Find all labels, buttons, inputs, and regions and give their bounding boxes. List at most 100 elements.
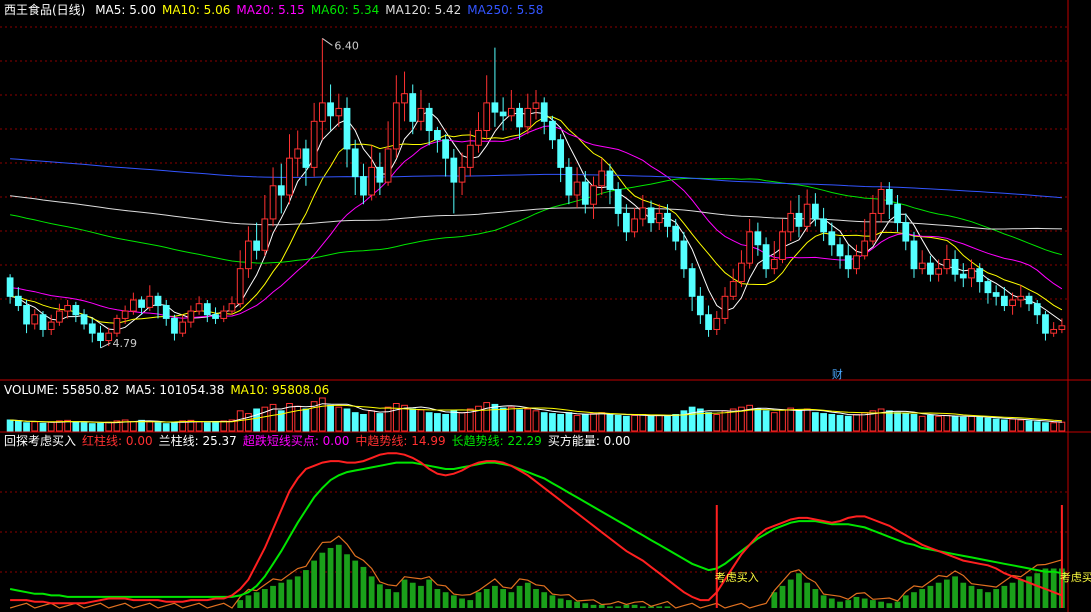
candle-body — [639, 207, 647, 220]
volume-bar — [976, 416, 984, 432]
volume-bar — [203, 422, 211, 432]
energy-bar — [459, 598, 465, 608]
volume-bar — [146, 421, 154, 432]
volume-bar — [959, 416, 967, 432]
candle-body — [47, 321, 55, 330]
candle-body — [1042, 314, 1049, 334]
stock-chart[interactable]: 6.40 4.79 财考虑买入 考虑买 — [0, 0, 1091, 612]
candle-body — [23, 305, 30, 325]
volume-bar — [23, 422, 30, 432]
candle-body — [409, 93, 417, 122]
candle-body — [64, 305, 72, 312]
volume-bar — [573, 414, 581, 432]
volume-bar — [598, 412, 606, 432]
volume-bar — [984, 417, 992, 432]
energy-bar — [475, 592, 482, 608]
energy-bar — [253, 592, 260, 608]
candle-body — [1058, 325, 1066, 330]
candle-body — [458, 166, 466, 183]
volume-bar — [853, 414, 860, 432]
candle-body — [680, 240, 688, 270]
candle-body — [614, 188, 622, 214]
candle-body — [434, 130, 441, 141]
volume-bar — [327, 404, 334, 432]
volume-bar — [672, 414, 680, 432]
energy-bar — [1050, 568, 1057, 608]
volume-bar — [162, 423, 170, 432]
candle-body — [368, 166, 376, 196]
candle-body — [39, 314, 47, 330]
volume-bar — [1042, 422, 1049, 432]
volume-bar — [647, 415, 655, 432]
ma-line-5 — [9, 110, 1063, 331]
volume-bar — [935, 415, 943, 432]
energy-bar — [656, 606, 663, 608]
volume-bar — [343, 408, 351, 432]
candle-body — [360, 176, 367, 196]
volume-bar — [253, 408, 260, 432]
energy-bar — [377, 584, 383, 608]
candle-body — [565, 166, 573, 196]
candle-body — [507, 107, 515, 117]
volume-bar — [417, 409, 425, 432]
volume-bar — [606, 414, 614, 432]
volume-bar — [499, 407, 507, 432]
buy-signal-label: 考虑买入 — [715, 571, 759, 584]
energy-bar — [261, 589, 268, 608]
volume-bar — [655, 414, 663, 432]
candle-body — [203, 303, 211, 316]
candle-body — [664, 212, 671, 227]
volume-bar — [581, 414, 589, 432]
volume-bar — [713, 414, 721, 432]
candle-body — [746, 231, 754, 264]
energy-bar — [820, 595, 827, 608]
volume-bar — [803, 408, 811, 432]
volume-bar — [351, 412, 359, 432]
candle-body — [787, 212, 795, 233]
candle-body — [212, 314, 219, 319]
candle-body — [976, 268, 984, 283]
candle-body — [14, 295, 22, 307]
volume-bar — [425, 412, 433, 432]
candle-body — [696, 295, 704, 316]
energy-bar — [902, 595, 909, 608]
candle-body — [483, 102, 491, 132]
volume-bar — [245, 413, 252, 432]
volume-bar — [770, 412, 778, 432]
energy-bar — [812, 589, 819, 608]
candle-body — [590, 185, 597, 205]
energy-bar — [639, 606, 646, 608]
volume-bar — [885, 410, 893, 432]
energy-bar — [541, 592, 548, 608]
candle-body — [557, 139, 565, 168]
volume-bar — [927, 414, 934, 432]
volume-bar — [483, 402, 491, 432]
candle-body — [754, 231, 762, 246]
candle-body — [294, 148, 302, 159]
volume-bar — [516, 409, 523, 432]
energy-bar — [524, 582, 531, 608]
candle-body — [220, 310, 228, 319]
volume-bar — [154, 422, 162, 432]
candle-body — [573, 181, 581, 196]
candle-body — [417, 107, 425, 122]
volume-bar — [47, 421, 55, 432]
volume-bar — [434, 413, 441, 432]
candle-body — [1000, 295, 1008, 307]
energy-bar — [401, 579, 408, 608]
volume-bar — [318, 397, 326, 432]
candle-body — [918, 262, 926, 270]
candle-body — [828, 231, 836, 246]
candle-body — [466, 144, 474, 168]
volume-bar — [943, 414, 951, 432]
candle-body — [992, 292, 1000, 297]
volume-bar — [384, 406, 392, 432]
candle-body — [968, 268, 975, 279]
volume-bar — [409, 408, 417, 432]
candle-body — [705, 314, 712, 330]
energy-bar — [886, 603, 893, 608]
candle-body — [803, 203, 811, 227]
energy-bar — [590, 604, 597, 608]
energy-bar — [952, 576, 958, 608]
candle-body — [80, 314, 88, 325]
